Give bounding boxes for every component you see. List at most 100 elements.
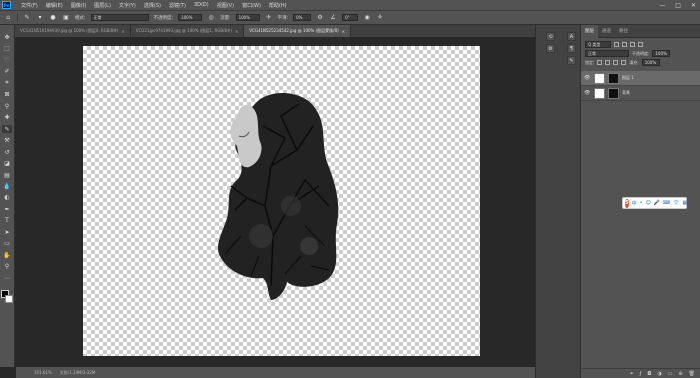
pixel-filter-icon[interactable] [614, 42, 619, 47]
shape-tool-icon[interactable]: ▭ [2, 240, 12, 248]
frame-tool-icon[interactable]: ⊠ [2, 90, 12, 98]
gradient-tool-icon[interactable]: ▤ [2, 171, 12, 179]
brushes-panel-icon[interactable]: ✎ [567, 56, 576, 65]
lock-position-icon[interactable] [613, 60, 619, 65]
chinese-mode-button[interactable]: 中 [632, 200, 637, 207]
mode-select[interactable]: 正常 [90, 14, 149, 21]
emoji-icon[interactable]: ☺ [646, 200, 651, 206]
crop-tool-icon[interactable]: ⌗ [2, 79, 12, 87]
keyboard-icon[interactable]: ⌨ [663, 200, 670, 206]
character-panel-icon[interactable]: A [567, 32, 576, 41]
layer-kind-filter[interactable]: Q 类型 [585, 41, 611, 48]
layer-name[interactable]: 图层 1 [622, 75, 634, 81]
add-mask-icon[interactable]: ◘ [647, 371, 651, 377]
tab-channels[interactable]: 通道 [598, 25, 615, 38]
menu-help[interactable]: 帮助(H) [265, 2, 291, 9]
document-tab[interactable]: VCG21gic9741993.jpg @ 100% (图层1, RGB/8#)… [130, 25, 245, 37]
menu-window[interactable]: 窗口(W) [238, 2, 265, 9]
layer-style-icon[interactable]: ƒ [640, 371, 642, 377]
layer-mask-thumbnail[interactable] [608, 87, 619, 99]
new-layer-icon[interactable]: ⊕ [678, 371, 682, 377]
tab-paths[interactable]: 路径 [615, 25, 632, 38]
close-window-button[interactable]: ✕ [691, 2, 696, 9]
menu-file[interactable]: 文件(F) [17, 2, 42, 9]
document-size[interactable]: 文档:1.19M/3.32M [60, 370, 95, 376]
dodge-tool-icon[interactable]: ◐ [2, 194, 12, 202]
document-workspace[interactable] [16, 37, 535, 367]
microphone-icon[interactable]: 🎤 [654, 200, 660, 206]
airbrush-icon[interactable]: ✈ [265, 14, 273, 22]
adjustment-layer-icon[interactable]: ◑ [657, 371, 661, 377]
brush-settings-icon[interactable]: ▣ [62, 14, 70, 22]
pressure-opacity-icon[interactable]: ◎ [207, 14, 215, 22]
lock-all-icon[interactable] [621, 60, 627, 65]
hand-tool-icon[interactable]: ✋ [2, 251, 12, 259]
skin-icon[interactable]: 👕 [673, 200, 679, 206]
maximize-button[interactable]: □ [675, 2, 681, 9]
layer-row[interactable]: 👁 背景 [581, 86, 700, 101]
zoom-tool-icon[interactable]: ⚲ [2, 263, 12, 271]
menu-edit[interactable]: 编辑(E) [42, 2, 67, 9]
lasso-tool-icon[interactable]: ➰ [2, 56, 12, 64]
layer-name[interactable]: 背景 [622, 90, 630, 96]
menu-type[interactable]: 文字(Y) [115, 2, 140, 9]
close-tab-icon[interactable]: × [342, 29, 345, 34]
menu-layer[interactable]: 图层(L) [90, 2, 115, 9]
image-canvas[interactable] [83, 46, 480, 356]
flow-field[interactable]: 100% [235, 14, 260, 21]
zoom-level[interactable]: 101.61% [34, 370, 52, 375]
move-tool-icon[interactable]: ✥ [2, 33, 12, 41]
history-panel-icon[interactable]: ⟲ [546, 32, 555, 41]
pen-tool-icon[interactable]: ✒ [2, 205, 12, 213]
eyedropper-tool-icon[interactable]: ⚲ [2, 102, 12, 110]
blur-tool-icon[interactable]: 💧 [2, 182, 12, 190]
paragraph-panel-icon[interactable]: ¶ [567, 44, 576, 53]
smoothing-field[interactable]: 0% [293, 14, 312, 21]
pressure-size-icon[interactable]: ◉ [363, 14, 371, 22]
toolbox-icon[interactable]: ▦ [682, 200, 687, 206]
blend-mode-select[interactable]: 正常 [585, 50, 629, 57]
new-group-icon[interactable]: ▭ [668, 371, 673, 377]
clone-stamp-tool-icon[interactable]: ⚒ [2, 136, 12, 144]
shape-filter-icon[interactable] [638, 42, 643, 47]
menu-filter[interactable]: 滤镜(T) [165, 2, 190, 9]
layer-opacity-field[interactable]: 100% [652, 50, 671, 57]
path-select-tool-icon[interactable]: ➤ [2, 228, 12, 236]
menu-view[interactable]: 视图(V) [213, 2, 238, 9]
brush-tool-icon[interactable]: ✎ [2, 124, 12, 134]
menu-3d[interactable]: 3D(D) [190, 2, 213, 8]
link-layers-icon[interactable]: ⚭ [629, 371, 633, 377]
background-color-swatch[interactable] [5, 294, 13, 303]
lock-transparent-icon[interactable] [597, 60, 603, 65]
menu-image[interactable]: 图像(I) [67, 2, 90, 9]
healing-brush-tool-icon[interactable]: ✚ [2, 113, 12, 121]
adjustment-filter-icon[interactable] [622, 42, 627, 47]
minimize-button[interactable]: — [659, 2, 665, 9]
chevron-down-icon[interactable]: ▾ [36, 14, 44, 22]
home-icon[interactable]: ⌂ [4, 14, 12, 22]
brush-tool-icon[interactable]: ✎ [23, 14, 31, 22]
close-tab-icon[interactable]: × [121, 29, 124, 34]
smoothing-options-icon[interactable]: ⚙ [316, 14, 324, 22]
eye-icon[interactable]: 👁 [584, 75, 591, 81]
type-tool-icon[interactable]: T [2, 217, 12, 225]
opacity-field[interactable]: 100% [178, 14, 203, 21]
fill-field[interactable]: 100% [641, 59, 660, 66]
tab-layers[interactable]: 图层 [581, 24, 598, 38]
quick-select-tool-icon[interactable]: ✐ [2, 67, 12, 75]
symmetry-icon[interactable]: ⚘ [376, 14, 384, 22]
layer-mask-thumbnail[interactable] [608, 72, 619, 84]
document-tab-active[interactable]: VCG41N525234542.jpg @ 100% (图层蒙版/8) × [244, 25, 351, 37]
more-tools-icon[interactable]: ⋯ [2, 274, 12, 282]
history-brush-tool-icon[interactable]: ↺ [2, 148, 12, 156]
close-tab-icon[interactable]: × [235, 29, 238, 34]
eye-icon[interactable]: 👁 [584, 90, 591, 96]
type-filter-icon[interactable] [630, 42, 635, 47]
brush-preset-icon[interactable]: ● [49, 14, 57, 22]
angle-field[interactable]: 0° [342, 14, 359, 21]
punctuation-button[interactable]: • [640, 200, 643, 206]
layer-row[interactable]: 👁 图层 1 [581, 71, 700, 86]
lock-image-icon[interactable] [605, 60, 611, 65]
menu-select[interactable]: 选择(S) [140, 2, 165, 9]
marquee-tool-icon[interactable]: ⬚ [2, 44, 12, 52]
